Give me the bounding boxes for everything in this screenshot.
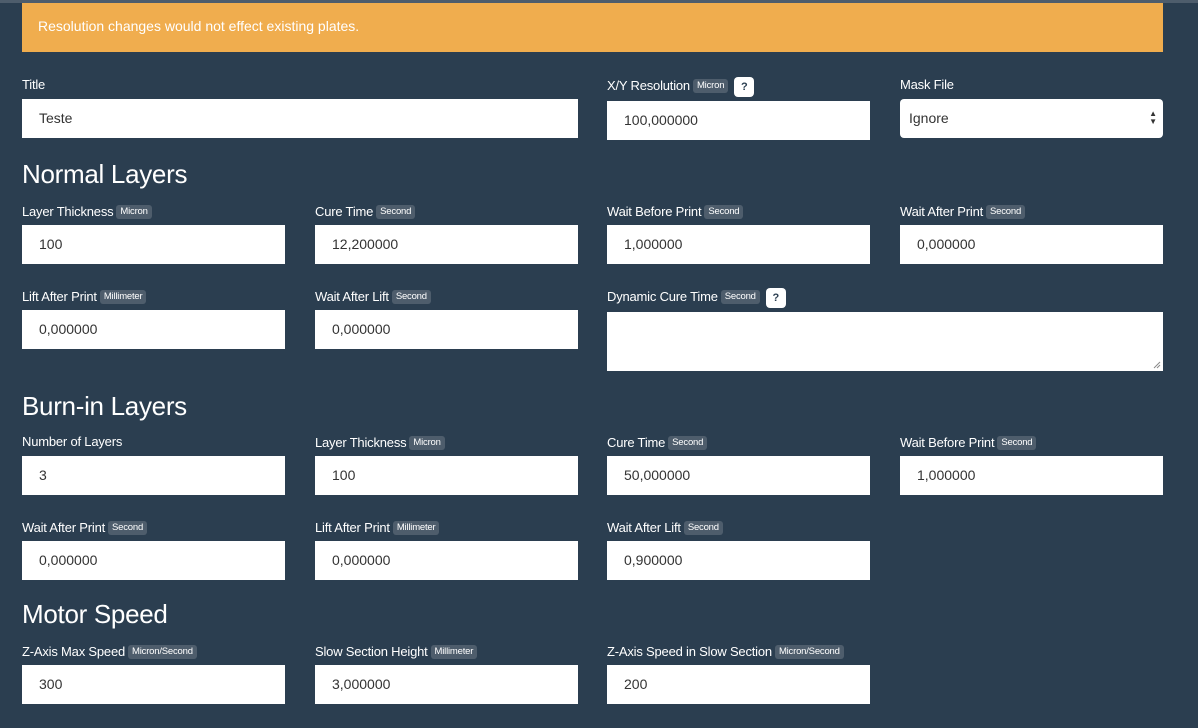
second-badge: Second bbox=[720, 289, 760, 304]
burnin-wait-before-print-input[interactable]: 1,000000 bbox=[900, 456, 1163, 495]
second-badge: Second bbox=[997, 435, 1037, 450]
resize-grip-icon[interactable] bbox=[1153, 361, 1161, 369]
normal-layer-thickness-input[interactable]: 100 bbox=[22, 225, 285, 264]
z-axis-max-speed-field: Z-Axis Max Speed Micron/Second bbox=[22, 642, 197, 662]
burnin-layers-heading: Burn-in Layers bbox=[22, 391, 187, 421]
normal-layers-heading: Normal Layers bbox=[22, 159, 188, 189]
select-arrows-icon: ▲ ▼ bbox=[1149, 109, 1157, 126]
burnin-wait-after-lift-input[interactable]: 0,900000 bbox=[607, 541, 870, 580]
dynamic-cure-time-help-button[interactable]: ? bbox=[765, 287, 786, 308]
xy-resolution-input[interactable]: 100,000000 bbox=[607, 101, 870, 140]
title-label: Title bbox=[22, 77, 46, 92]
motor-speed-heading: Motor Speed bbox=[22, 599, 168, 629]
title-input[interactable]: Teste bbox=[22, 99, 578, 138]
micron-per-second-badge: Micron/Second bbox=[774, 644, 844, 659]
dynamic-cure-time-textarea[interactable] bbox=[607, 312, 1163, 371]
second-badge: Second bbox=[668, 435, 708, 450]
second-badge: Second bbox=[391, 289, 431, 304]
second-badge: Second bbox=[704, 204, 744, 219]
normal-wait-before-print-input[interactable]: 1,000000 bbox=[607, 225, 870, 264]
burnin-lift-after-print-field: Lift After Print Millimeter bbox=[315, 518, 440, 538]
mask-file-label: Mask File bbox=[900, 77, 954, 92]
burnin-wait-after-lift-field: Wait After Lift Second bbox=[607, 518, 723, 538]
second-badge: Second bbox=[108, 520, 148, 535]
millimeter-badge: Millimeter bbox=[430, 644, 478, 659]
burnin-number-of-layers-input[interactable]: 3 bbox=[22, 456, 285, 495]
burnin-layer-thickness-input[interactable]: 100 bbox=[315, 456, 578, 495]
normal-lift-after-print-field: Lift After Print Millimeter bbox=[22, 287, 147, 307]
z-axis-speed-slow-section-field: Z-Axis Speed in Slow Section Micron/Secon… bbox=[607, 642, 844, 662]
normal-wait-before-print-field: Wait Before Print Second bbox=[607, 202, 744, 222]
dynamic-cure-time-field: Dynamic Cure Time Second? bbox=[607, 286, 786, 308]
xy-resolution-help-button[interactable]: ? bbox=[734, 76, 755, 97]
slow-section-height-field: Slow Section Height Millimeter bbox=[315, 642, 478, 662]
z-axis-speed-slow-section-input[interactable]: 200 bbox=[607, 665, 870, 704]
alert-text: Resolution changes would not effect exis… bbox=[38, 18, 360, 34]
burnin-wait-before-print-field: Wait Before Print Second bbox=[900, 433, 1037, 453]
normal-cure-time-field: Cure Time Second bbox=[315, 202, 416, 222]
burnin-cure-time-field: Cure Time Second bbox=[607, 433, 708, 453]
burnin-lift-after-print-input[interactable]: 0,000000 bbox=[315, 541, 578, 580]
burnin-cure-time-input[interactable]: 50,000000 bbox=[607, 456, 870, 495]
xy-resolution-field: X/Y Resolution Micron? bbox=[607, 75, 755, 97]
normal-wait-after-print-input[interactable]: 0,000000 bbox=[900, 225, 1163, 264]
millimeter-badge: Millimeter bbox=[99, 289, 147, 304]
normal-wait-after-lift-input[interactable]: 0,000000 bbox=[315, 310, 578, 349]
normal-wait-after-print-field: Wait After Print Second bbox=[900, 202, 1026, 222]
second-badge: Second bbox=[376, 204, 416, 219]
micron-badge: Micron bbox=[692, 78, 729, 93]
normal-layer-thickness-field: Layer Thickness Micron bbox=[22, 202, 152, 222]
warning-alert: Resolution changes would not effect exis… bbox=[22, 3, 1163, 52]
normal-cure-time-input[interactable]: 12,200000 bbox=[315, 225, 578, 264]
title-field: Title bbox=[22, 75, 45, 95]
normal-lift-after-print-input[interactable]: 0,000000 bbox=[22, 310, 285, 349]
mask-file-value: Ignore bbox=[909, 110, 949, 126]
mask-file-field: Mask File bbox=[900, 75, 954, 95]
millimeter-badge: Millimeter bbox=[392, 520, 440, 535]
xy-resolution-label: X/Y Resolution bbox=[607, 78, 690, 93]
micron-badge: Micron bbox=[409, 435, 445, 450]
micron-badge: Micron bbox=[116, 204, 152, 219]
slow-section-height-input[interactable]: 3,000000 bbox=[315, 665, 578, 704]
burnin-number-of-layers-field: Number of Layers bbox=[22, 434, 123, 449]
second-badge: Second bbox=[683, 520, 723, 535]
normal-wait-after-lift-field: Wait After Lift Second bbox=[315, 287, 431, 307]
z-axis-max-speed-input[interactable]: 300 bbox=[22, 665, 285, 704]
second-badge: Second bbox=[986, 204, 1026, 219]
mask-file-select[interactable]: Ignore ▲ ▼ bbox=[900, 99, 1163, 138]
burnin-layer-thickness-field: Layer Thickness Micron bbox=[315, 433, 445, 453]
micron-per-second-badge: Micron/Second bbox=[128, 644, 197, 659]
burnin-wait-after-print-input[interactable]: 0,000000 bbox=[22, 541, 285, 580]
burnin-wait-after-print-field: Wait After Print Second bbox=[22, 518, 148, 538]
